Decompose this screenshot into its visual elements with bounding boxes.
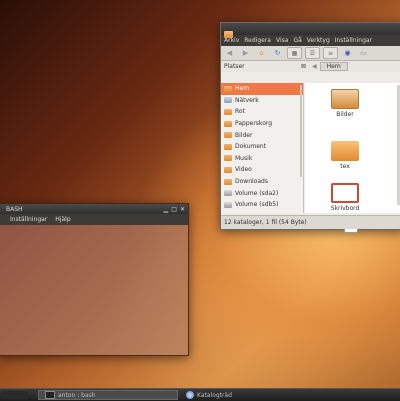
extra-button[interactable]: ▭ xyxy=(357,48,370,58)
forward-button[interactable]: ▶ xyxy=(239,48,252,58)
taskbar-item-label: Katalogträd xyxy=(197,391,232,399)
file-view: Bilder tex Skrivbord xyxy=(305,83,400,233)
sidebar-item-label: Hem xyxy=(235,85,250,93)
pictures-folder-icon xyxy=(331,89,359,109)
sidebar-item-volume-sda2[interactable]: Volume (sda2) xyxy=(221,187,303,199)
terminal-window: BASH ▁ □ ✕ Inställningar Hjälp xyxy=(0,203,189,356)
folder-icon xyxy=(224,143,232,150)
breadcrumb-back-icon[interactable]: ◀ xyxy=(312,63,317,70)
file-item-label: Bilder xyxy=(336,111,354,118)
status-bar: 12 kataloger, 1 fil (54 Byte) xyxy=(221,215,400,229)
sidebar-item-hem[interactable]: Hem xyxy=(221,83,303,95)
minimize-icon[interactable]: ▁ xyxy=(164,206,169,213)
desktop-folder-icon xyxy=(331,183,359,203)
icon-view-button[interactable]: ▦ xyxy=(287,47,302,59)
sidebar-item-label: Nätverk xyxy=(235,96,259,104)
show-desktop-button[interactable] xyxy=(2,391,28,399)
sidebar-item-papperskorg[interactable]: Papperskorg xyxy=(221,118,303,130)
breadcrumb-home[interactable]: Hem xyxy=(319,62,348,71)
maximize-icon[interactable]: □ xyxy=(171,206,177,213)
compact-icon: ≡ xyxy=(327,49,334,57)
sidebar-item-label: Volume (sda2) xyxy=(235,189,279,197)
menu-visa[interactable]: Visa xyxy=(276,37,288,44)
list-view-button[interactable]: ☰ xyxy=(305,47,320,59)
sidebar-item-label: Video xyxy=(235,166,252,174)
breadcrumb: ◀ Hem xyxy=(312,62,348,71)
menu-arkiv[interactable]: Arkiv xyxy=(224,37,239,44)
folder-icon xyxy=(224,132,232,139)
folder-icon xyxy=(224,166,232,173)
drive-icon xyxy=(224,201,232,208)
status-text: 12 kataloger, 1 fil (54 Byte) xyxy=(224,219,307,226)
sidebar-item-dokument[interactable]: Dokument xyxy=(221,141,303,153)
list-icon: ☰ xyxy=(309,49,316,57)
terminal-titlebar[interactable]: BASH ▁ □ ✕ xyxy=(0,204,188,214)
location-bar: Platser ⊠ ◀ Hem xyxy=(221,61,400,72)
terminal-icon xyxy=(45,391,55,399)
file-item-bilder[interactable]: Bilder xyxy=(325,89,365,118)
bottom-panel: anton : bash Katalogträd xyxy=(0,388,400,401)
file-manager-icon xyxy=(186,391,194,399)
zoom-button[interactable]: ◉ xyxy=(341,48,354,58)
folder-icon xyxy=(224,155,232,162)
terminal-title: BASH xyxy=(6,205,23,213)
places-header: Platser ⊠ xyxy=(221,63,306,70)
sidebar-item-musik[interactable]: Musik xyxy=(221,153,303,165)
terminal-menubar: Inställningar Hjälp xyxy=(0,214,188,225)
file-item-skrivbord[interactable]: Skrivbord xyxy=(325,183,365,212)
network-icon xyxy=(224,97,232,104)
menu-installningar[interactable]: Inställningar xyxy=(335,37,372,44)
taskbar-item-label: anton : bash xyxy=(58,391,96,399)
root-folder-icon xyxy=(224,108,232,115)
window-controls: ▁ □ ✕ xyxy=(164,206,185,213)
back-button[interactable]: ◀ xyxy=(223,48,236,58)
sidebar-item-label: Dokument xyxy=(235,143,267,151)
sidebar-item-natverk[interactable]: Nätverk xyxy=(221,95,303,107)
taskbar-item-file-manager[interactable]: Katalogträd xyxy=(186,390,306,400)
sidebar-item-label: Papperskorg xyxy=(235,120,273,128)
compact-view-button[interactable]: ≡ xyxy=(323,47,338,59)
file-manager-menubar: Arkiv Redigera Visa Gå Verktyg Inställni… xyxy=(221,35,400,46)
sidebar-item-rot[interactable]: Rot xyxy=(221,106,303,118)
sidebar-item-label: Downloads xyxy=(235,178,268,186)
file-item-tex[interactable]: tex xyxy=(325,141,365,170)
folder-icon xyxy=(224,178,232,185)
file-item-label: tex xyxy=(340,163,350,170)
home-button[interactable]: ⌂ xyxy=(255,48,268,58)
sidebar-item-label: Rot xyxy=(235,108,245,116)
places-sidebar: Hem Nätverk Rot Papperskorg Bilder Dokum… xyxy=(221,83,304,213)
menu-verktyg[interactable]: Verktyg xyxy=(307,37,330,44)
file-item-label: Skrivbord xyxy=(330,205,360,212)
trash-icon xyxy=(224,120,232,127)
file-manager-titlebar[interactable] xyxy=(221,23,400,38)
close-sidebar-icon[interactable]: ⊠ xyxy=(301,63,306,70)
sidebar-item-label: Bilder xyxy=(235,131,253,139)
sidebar-item-bilder[interactable]: Bilder xyxy=(221,129,303,141)
home-folder-icon xyxy=(224,85,232,92)
file-manager-window: Arkiv Redigera Visa Gå Verktyg Inställni… xyxy=(220,22,400,233)
folder-icon xyxy=(331,141,359,161)
grid-icon: ▦ xyxy=(291,49,298,57)
terminal-body[interactable] xyxy=(0,225,188,355)
sidebar-item-label: Volume (sdb5) xyxy=(235,201,279,209)
sidebar-item-volume-sdb5[interactable]: Volume (sdb5) xyxy=(221,199,303,211)
menu-hjalp[interactable]: Hjälp xyxy=(55,216,70,223)
sidebar-item-video[interactable]: Video xyxy=(221,164,303,176)
menu-ga[interactable]: Gå xyxy=(293,37,301,44)
menu-redigera[interactable]: Redigera xyxy=(244,37,271,44)
places-label: Platser xyxy=(224,63,245,70)
close-icon[interactable]: ✕ xyxy=(180,206,185,213)
file-manager-toolbar: ◀ ▶ ⌂ ↻ ▦ ☰ ≡ ◉ ▭ xyxy=(221,46,400,61)
taskbar-item-terminal[interactable]: anton : bash xyxy=(38,390,178,400)
sidebar-item-label: Musik xyxy=(235,154,253,162)
menu-installningar[interactable]: Inställningar xyxy=(10,216,47,223)
drive-icon xyxy=(224,190,232,197)
sidebar-item-downloads[interactable]: Downloads xyxy=(221,176,303,188)
reload-button[interactable]: ↻ xyxy=(271,48,284,58)
sidebar-scrollbar[interactable] xyxy=(300,85,302,177)
